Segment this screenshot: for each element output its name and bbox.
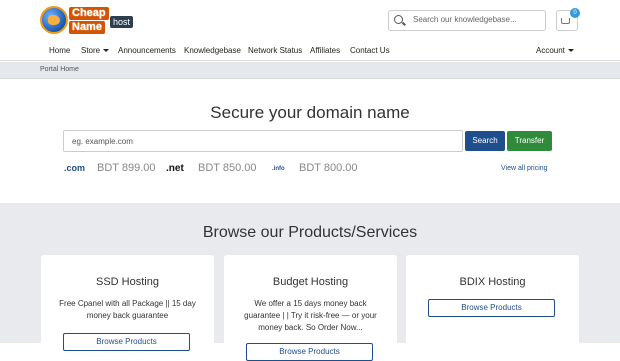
nav-store[interactable]: Store: [81, 46, 110, 55]
knowledgebase-search[interactable]: Search our knowledgebase...: [388, 10, 546, 31]
nav-knowledgebase[interactable]: Knowledgebase: [184, 46, 241, 55]
breadcrumb: Portal Home: [0, 62, 620, 79]
domain-input-placeholder: eg. example.com: [72, 137, 133, 146]
domain-search-button[interactable]: Search: [465, 131, 505, 151]
tld-net-price: BDT 850.00: [198, 162, 257, 174]
tld-info-price: BDT 800.00: [299, 162, 358, 174]
breadcrumb-portal-home[interactable]: Portal Home: [40, 66, 79, 73]
search-input[interactable]: Search our knowledgebase...: [413, 15, 517, 24]
tld-com: .com BDT 899.00: [64, 162, 164, 176]
view-all-pricing-link[interactable]: View all pricing: [501, 165, 548, 172]
domain-title: Secure your domain name: [210, 103, 410, 122]
globe-icon: [40, 6, 68, 34]
cart-count-badge: 0: [570, 8, 580, 18]
product-card-desc: Free Cpanel with all Package || 15 day m…: [59, 299, 196, 320]
brand-logo[interactable]: Cheap Name host: [40, 6, 134, 36]
products-title: Browse our Products/Services: [202, 224, 418, 241]
browse-products-button[interactable]: Browse Products: [63, 333, 190, 351]
product-card-title: SSD Hosting: [96, 276, 159, 288]
nav-account[interactable]: Account: [536, 46, 574, 55]
site-header: Cheap Name host Search our knowledgebase…: [0, 0, 620, 42]
nav-home[interactable]: Home: [49, 46, 70, 55]
brand-badge: host: [110, 16, 134, 28]
domain-input[interactable]: eg. example.com: [63, 130, 463, 152]
brand-line2: Name: [69, 21, 105, 34]
search-icon: [394, 15, 403, 24]
nav-announcements[interactable]: Announcements: [118, 46, 176, 55]
tld-info: .info BDT 800.00: [272, 162, 372, 176]
brand-line1: Cheap: [69, 7, 109, 20]
tld-net: .net BDT 850.00: [166, 162, 266, 176]
product-card-desc: We offer a 15 days money back guarantee …: [244, 299, 377, 332]
cart-button[interactable]: 0: [556, 8, 580, 31]
tld-com-logo: .com: [64, 163, 86, 173]
product-card-title: Budget Hosting: [272, 276, 349, 288]
chevron-down-icon: [103, 49, 110, 53]
domain-search-section: Secure your domain name eg. example.com …: [0, 79, 620, 203]
nav-affiliates[interactable]: Affiliates: [310, 46, 340, 55]
main-nav: Home Store Announcements Knowledgebase N…: [0, 42, 620, 61]
nav-contact-us[interactable]: Contact Us: [350, 46, 390, 55]
browse-products-button[interactable]: Browse Products: [428, 299, 555, 317]
product-card-title: BDIX Hosting: [459, 276, 526, 288]
cart-icon: [561, 18, 570, 24]
tld-net-logo: .net: [166, 163, 184, 174]
products-section: Browse our Products/Services SSD Hosting…: [0, 203, 620, 361]
nav-account-label: Account: [536, 46, 565, 55]
product-card-budget: Budget Hosting We offer a 15 days money …: [224, 255, 397, 361]
browse-products-button[interactable]: Browse Products: [246, 343, 373, 361]
nav-network-status[interactable]: Network Status: [248, 46, 302, 55]
product-card-ssd: SSD Hosting Free Cpanel with all Package…: [41, 255, 214, 355]
tld-info-logo: .info: [272, 166, 285, 172]
chevron-down-icon: [567, 49, 574, 53]
tld-com-price: BDT 899.00: [97, 162, 156, 174]
domain-transfer-button[interactable]: Transfer: [507, 131, 552, 151]
nav-store-label: Store: [81, 46, 101, 55]
product-card-bdix: BDIX Hosting Browse Products: [406, 255, 579, 355]
